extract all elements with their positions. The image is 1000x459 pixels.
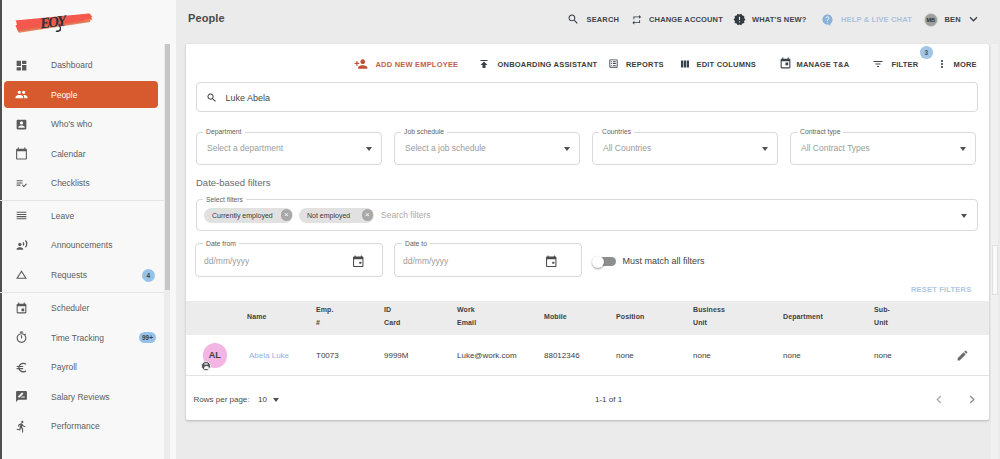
svg-text:EOY: EOY bbox=[38, 12, 69, 31]
